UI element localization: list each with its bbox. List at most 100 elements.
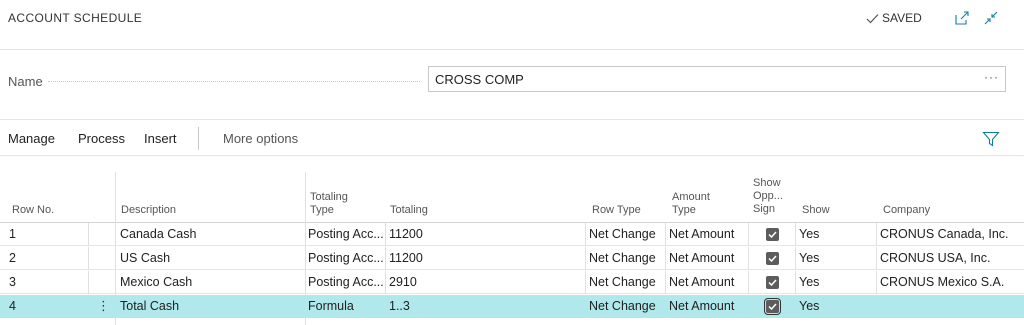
checkmark-icon <box>866 13 879 23</box>
cell-show[interactable]: Yes <box>799 251 819 265</box>
cell-totaling-type[interactable]: Posting Acc... <box>308 275 384 289</box>
manage-menu[interactable]: Manage <box>8 131 55 146</box>
field-leader-dots <box>48 81 420 82</box>
cell-row-type[interactable]: Net Change <box>589 251 656 265</box>
table-row[interactable]: 1 Canada Cash Posting Acc... 11200 Net C… <box>0 223 1024 246</box>
col-show[interactable]: Show <box>802 204 830 217</box>
name-lookup-button[interactable]: ··· <box>984 70 999 84</box>
cell-divider <box>748 247 749 270</box>
cell-amount-type[interactable]: Net Amount <box>669 251 734 265</box>
vertical-ellipsis-icon[interactable]: ⋮ <box>97 298 110 314</box>
col-show-opp-line2: Opp... <box>753 190 783 202</box>
cell-divider <box>795 247 796 270</box>
page-header: ACCOUNT SCHEDULE SAVED <box>0 0 1024 50</box>
cell-show[interactable]: Yes <box>799 227 819 241</box>
cell-divider <box>585 271 586 294</box>
cell-show[interactable]: Yes <box>799 275 819 289</box>
checkmark-icon <box>768 279 777 287</box>
more-options-menu[interactable]: More options <box>223 131 298 146</box>
col-show-opp-sign[interactable]: Show Opp... Sign <box>753 177 783 216</box>
cell-divider <box>748 271 749 294</box>
action-separator <box>198 127 199 150</box>
cell-company[interactable]: CRONUS USA, Inc. <box>880 251 990 265</box>
cell-divider <box>665 271 666 294</box>
cell-totaling[interactable]: 11200 <box>389 227 423 241</box>
open-in-new-window-icon[interactable] <box>953 9 971 27</box>
cell-row-no[interactable]: 4 <box>9 299 16 313</box>
cell-divider <box>665 247 666 270</box>
col-amount-type-line1: Amount <box>672 191 710 203</box>
cell-row-type[interactable]: Net Change <box>589 299 656 313</box>
saved-label: SAVED <box>882 11 922 25</box>
col-amount-type-line2: Type <box>672 204 696 216</box>
cell-totaling[interactable]: 11200 <box>389 251 423 265</box>
cell-divider <box>88 247 89 270</box>
show-opp-sign-checkbox[interactable] <box>766 276 779 289</box>
cell-divider <box>88 223 89 246</box>
cell-description[interactable]: Canada Cash <box>120 227 196 241</box>
cell-divider <box>385 271 386 294</box>
page-title: ACCOUNT SCHEDULE <box>8 11 143 25</box>
cell-divider <box>585 223 586 246</box>
name-label: Name <box>8 74 43 89</box>
cell-description[interactable]: Mexico Cash <box>120 275 192 289</box>
cell-totaling-type[interactable]: Posting Acc... <box>308 227 384 241</box>
col-totaling-type-line2: Type <box>310 204 334 216</box>
action-bar: Manage Process Insert More options <box>0 121 1024 156</box>
col-totaling-type-line1: Totaling <box>310 191 348 203</box>
checkmark-icon <box>768 231 777 239</box>
cell-divider <box>385 223 386 246</box>
cell-company[interactable]: CRONUS Mexico S.A. <box>880 275 1004 289</box>
show-opp-sign-checkbox[interactable] <box>766 252 779 265</box>
cell-row-type[interactable]: Net Change <box>589 275 656 289</box>
col-show-opp-line1: Show <box>753 177 781 189</box>
cell-totaling-type[interactable]: Formula <box>308 299 354 313</box>
cell-amount-type[interactable]: Net Amount <box>669 275 734 289</box>
cell-divider <box>876 271 877 294</box>
cell-row-no[interactable]: 1 <box>9 227 16 241</box>
collapse-icon[interactable] <box>982 9 1000 27</box>
name-field-row: Name CROSS COMP ··· <box>0 50 1024 120</box>
col-totaling[interactable]: Totaling <box>390 204 428 217</box>
cell-divider <box>795 223 796 246</box>
filter-icon[interactable] <box>982 131 1000 147</box>
table-row[interactable]: 3 Mexico Cash Posting Acc... 2910 Net Ch… <box>0 271 1024 294</box>
table-row-selected[interactable]: 4 ⋮ Total Cash Formula 1..3 Net Change N… <box>0 295 1024 318</box>
show-opp-sign-checkbox[interactable] <box>766 228 779 241</box>
cell-divider <box>665 223 666 246</box>
show-opp-sign-checkbox[interactable] <box>764 298 781 315</box>
cell-divider <box>876 223 877 246</box>
col-company[interactable]: Company <box>883 204 930 217</box>
checkmark-icon <box>768 303 777 311</box>
col-totaling-type[interactable]: Totaling Type <box>310 191 348 217</box>
cell-description[interactable]: US Cash <box>120 251 170 265</box>
cell-divider <box>385 247 386 270</box>
name-input[interactable]: CROSS COMP <box>428 66 1006 92</box>
cell-divider <box>876 247 877 270</box>
col-row-no[interactable]: Row No. <box>12 204 54 217</box>
cell-divider <box>748 223 749 246</box>
cell-amount-type[interactable]: Net Amount <box>669 227 734 241</box>
col-description[interactable]: Description <box>121 204 176 217</box>
cell-divider <box>795 271 796 294</box>
saved-status: SAVED <box>866 11 922 25</box>
table-row[interactable]: 2 US Cash Posting Acc... 11200 Net Chang… <box>0 247 1024 270</box>
cell-divider <box>585 247 586 270</box>
cell-row-no[interactable]: 3 <box>9 275 16 289</box>
col-row-type[interactable]: Row Type <box>592 204 641 217</box>
cell-totaling-type[interactable]: Posting Acc... <box>308 251 384 265</box>
process-menu[interactable]: Process <box>78 131 125 146</box>
cell-row-no[interactable]: 2 <box>9 251 16 265</box>
cell-divider <box>88 271 89 294</box>
insert-menu[interactable]: Insert <box>144 131 177 146</box>
cell-amount-type[interactable]: Net Amount <box>669 299 734 313</box>
cell-show[interactable]: Yes <box>799 299 819 313</box>
cell-row-type[interactable]: Net Change <box>589 227 656 241</box>
cell-totaling[interactable]: 2910 <box>389 275 417 289</box>
checkmark-icon <box>768 255 777 263</box>
col-amount-type[interactable]: Amount Type <box>672 191 710 217</box>
col-show-opp-line3: Sign <box>753 203 776 215</box>
cell-description[interactable]: Total Cash <box>120 299 179 313</box>
cell-totaling[interactable]: 1..3 <box>389 299 410 313</box>
cell-company[interactable]: CRONUS Canada, Inc. <box>880 227 1009 241</box>
